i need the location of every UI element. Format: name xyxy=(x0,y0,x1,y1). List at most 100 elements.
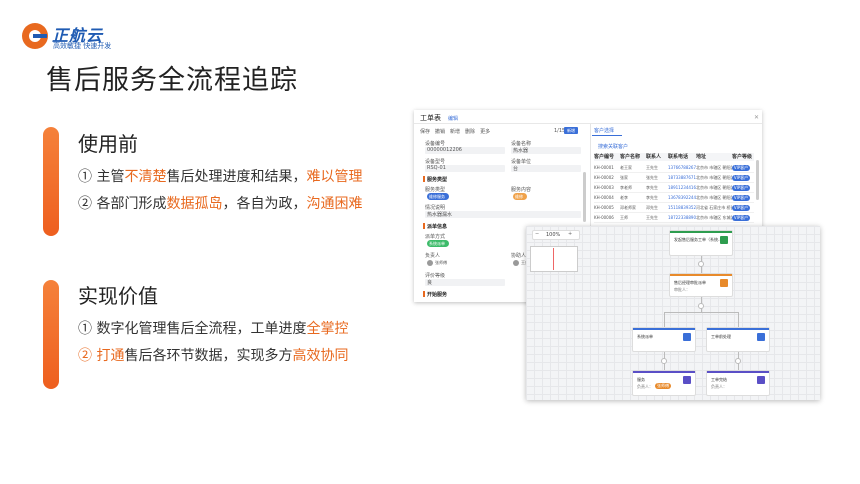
customer-search-link[interactable]: 搜索关联客户 xyxy=(598,143,628,150)
workflow-node[interactable]: 售后经理审批派单 审批人： xyxy=(669,273,733,297)
table-cell-phone[interactable]: 13678392244 xyxy=(668,195,696,200)
workflow-node[interactable]: 工单完结 负责人： xyxy=(706,370,770,396)
col-contact: 联系人 xyxy=(646,154,662,160)
toolbar-save[interactable]: 保存 xyxy=(420,128,430,136)
table-row[interactable]: KH-00002 张家 张先生 18733887671 北京市 市辖区 朝阳区 VIP客户 xyxy=(594,173,754,183)
minimap[interactable] xyxy=(530,246,578,272)
node-title: 服务 xyxy=(637,377,645,382)
add-node-icon-2[interactable] xyxy=(698,303,704,309)
zoom-in-icon[interactable]: + xyxy=(568,231,572,237)
table-row[interactable]: KH-00001 老王家 王先生 13766788267 北京市 市辖区 朝阳区 VIP客… xyxy=(594,163,754,173)
dispatch-label: 派单方式 xyxy=(425,234,446,240)
table-cell-contact: 李先生 xyxy=(646,184,658,190)
table-row[interactable]: KH-00006 王师 王先生 18722338890 北京市 市辖区 东城区 VIP客户 xyxy=(594,213,754,223)
person-label: 负责人 xyxy=(425,253,441,259)
add-node-icon-3[interactable] xyxy=(661,358,667,364)
value-line-2-c: 高效协同 xyxy=(292,348,349,364)
section-marker-start xyxy=(423,291,425,297)
node-type-icon xyxy=(720,236,728,244)
value-line-1-a: ① 数字化管理售后全流程，工单进度 xyxy=(78,321,307,337)
table-cell-addr: 北京市 市辖区 朝阳区 xyxy=(696,194,732,200)
table-cell-contact: 王先生 xyxy=(646,214,658,220)
table-row[interactable]: KH-00005 邓老师家 邓先生 15118839352河北省 石家庄市 桥西区VI… xyxy=(594,203,754,213)
add-button[interactable]: 新增 xyxy=(564,127,578,134)
table-cell-phone[interactable]: 18911234416 xyxy=(668,185,696,190)
table-cell-name: 邓老师家 xyxy=(620,204,636,210)
value-line-2: ② 打通售后各环节数据，实现多方高效协同 xyxy=(78,345,348,365)
table-row[interactable]: KH-00004 老李 李先生 13678392244 北京市 市辖区 朝阳区 VIP客户 xyxy=(594,193,754,203)
workflow-screenshot: − 100% + 发起售后服务工单（系统…） 售后经理审批派单 审批人： 系统派单 工单… xyxy=(526,226,820,400)
value-line-1: ① 数字化管理售后全流程，工单进度全掌控 xyxy=(78,318,348,338)
customer-table-header: 客户编号 客户名称 联系人 联系电话 地址 客户等级 xyxy=(594,153,754,161)
evaluate-value: 良 xyxy=(427,280,433,286)
toolbar-undo[interactable]: 撤销 xyxy=(435,128,445,136)
add-node-icon-1[interactable] xyxy=(698,261,704,267)
branch-right xyxy=(738,312,739,327)
workflow-node[interactable]: 系统派单 xyxy=(632,327,696,352)
before-line-2-b: 数据孤岛 xyxy=(166,196,223,212)
node-color-bar xyxy=(633,328,695,330)
table-row[interactable]: KH-00003 李老师 李先生 18911234416 北京市 市辖区 朝阳区 VIP客… xyxy=(594,183,754,193)
evaluate-input[interactable] xyxy=(425,279,505,286)
edit-link[interactable]: 编辑 xyxy=(448,115,458,122)
table-cell-name: 王师 xyxy=(620,214,628,220)
node-title: 售后经理审批派单 xyxy=(674,280,706,285)
value-line-2-a: ② 打通 xyxy=(78,348,125,364)
before-line-1: ① 主管不清楚售后处理进度和结果，难以管理 xyxy=(78,166,362,186)
node-color-bar xyxy=(633,371,695,373)
work-order-header xyxy=(414,110,762,124)
field-input-4[interactable] xyxy=(511,165,581,172)
table-cell-id: KH-00005 xyxy=(594,205,614,210)
table-cell-addr: 北京市 市辖区 朝阳区 xyxy=(696,164,732,170)
table-cell-contact: 邓先生 xyxy=(646,204,658,210)
table-scrollbar[interactable] xyxy=(756,160,759,200)
col-level: 客户等级 xyxy=(732,154,753,160)
section-marker-dispatch xyxy=(423,223,425,229)
node-title: 发起售后服务工单（系统…） xyxy=(674,237,726,242)
node-title: 工单完结 xyxy=(711,377,727,382)
node-color-bar xyxy=(707,371,769,373)
toolbar-more[interactable]: 更多 xyxy=(480,128,490,136)
table-cell-phone[interactable]: 15118839352 xyxy=(668,205,696,210)
dispatch-tag-text: 系统派单 xyxy=(429,241,445,246)
person-avatar xyxy=(427,260,433,266)
value-line-1-b: 全掌控 xyxy=(306,321,349,337)
zoom-out-icon[interactable]: − xyxy=(535,231,539,237)
toolbar-add[interactable]: 新增 xyxy=(450,128,460,136)
form-scrollbar[interactable] xyxy=(583,172,586,222)
before-line-2-d: 沟通困难 xyxy=(306,196,363,212)
col-customer-id: 客户编号 xyxy=(594,154,615,160)
node-type-icon xyxy=(683,333,691,341)
col-phone: 联系电话 xyxy=(668,154,689,160)
table-cell-level: VIP客户 xyxy=(732,164,750,171)
branch-line xyxy=(664,312,738,313)
table-cell-phone[interactable]: 18722338890 xyxy=(668,215,696,220)
table-cell-phone[interactable]: 13766788267 xyxy=(668,165,696,170)
table-cell-phone[interactable]: 18733887671 xyxy=(668,175,696,180)
before-line-2: ② 各部门形成数据孤岛，各自为政，沟通困难 xyxy=(78,193,362,213)
minimap-path xyxy=(553,248,554,270)
before-line-1-a: ① 主管 xyxy=(78,169,125,185)
logo-mark-icon xyxy=(22,23,48,49)
node-type-icon xyxy=(757,333,765,341)
close-icon[interactable]: ✕ xyxy=(754,114,759,121)
service-type-label: 服务类型 xyxy=(425,187,446,193)
add-node-icon-4[interactable] xyxy=(735,358,741,364)
section-service-title: 服务类型 xyxy=(427,177,448,183)
node-type-icon xyxy=(683,376,691,384)
field-label-2: 设备名称 xyxy=(511,141,532,147)
customer-panel-tab[interactable]: 客户选择 xyxy=(594,127,614,134)
zoom-level: 100% xyxy=(546,232,561,238)
node-tag: 张师傅 xyxy=(655,383,671,389)
table-cell-id: KH-00004 xyxy=(594,195,614,200)
workflow-node[interactable]: 服务 负责人： 张师傅 xyxy=(632,370,696,396)
before-line-2-a: ② 各部门形成 xyxy=(78,196,167,212)
workflow-node[interactable]: 发起售后服务工单（系统…） xyxy=(669,230,733,256)
toolbar-delete[interactable]: 删除 xyxy=(465,128,475,136)
table-cell-level: VIP客户 xyxy=(732,194,750,201)
table-cell-addr: 北京市 市辖区 东城区 xyxy=(696,214,732,220)
table-cell-name: 张家 xyxy=(620,174,628,180)
workflow-node[interactable]: 工单前处理 xyxy=(706,327,770,352)
table-cell-id: KH-00001 xyxy=(594,165,614,170)
before-line-2-c: ，各自为政， xyxy=(222,196,307,212)
